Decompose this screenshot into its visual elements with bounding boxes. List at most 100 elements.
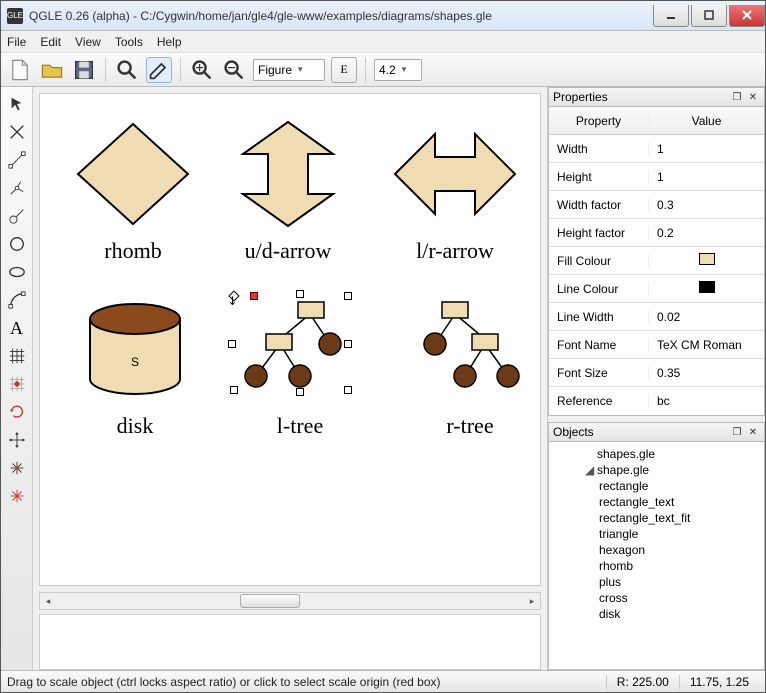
property-value[interactable]: bc: [649, 394, 764, 408]
fill-color-swatch[interactable]: [699, 253, 715, 265]
property-value[interactable]: 1: [649, 170, 764, 184]
rhomb-icon: [68, 119, 198, 229]
property-row[interactable]: Referencebc: [549, 387, 764, 415]
undock-icon[interactable]: ❐: [730, 425, 744, 439]
property-row[interactable]: Font Size0.35: [549, 359, 764, 387]
property-row[interactable]: Height factor0.2: [549, 219, 764, 247]
tree-node-root[interactable]: shapes.gle: [549, 446, 764, 462]
column-header-property[interactable]: Property: [549, 114, 649, 128]
resize-handle-sw[interactable]: [230, 386, 238, 394]
zoom-out-button[interactable]: [221, 57, 247, 83]
resize-handle-w[interactable]: [228, 340, 236, 348]
close-icon[interactable]: ✕: [746, 90, 760, 104]
ellipse-tool[interactable]: [4, 259, 30, 285]
resize-handle-e[interactable]: [344, 340, 352, 348]
shape-l-tree[interactable]: l-tree ↘: [230, 294, 370, 439]
property-value[interactable]: [649, 253, 764, 268]
console-pane[interactable]: [39, 614, 541, 670]
grid-snap-tool[interactable]: [4, 343, 30, 369]
text-tool[interactable]: A: [4, 315, 30, 341]
open-file-button[interactable]: [39, 57, 65, 83]
scroll-right-button[interactable]: ▸: [524, 593, 540, 609]
zoom-select[interactable]: 4.2: [374, 59, 422, 81]
menu-file[interactable]: File: [7, 35, 26, 49]
shape-label: l/r-arrow: [390, 238, 520, 264]
new-file-button[interactable]: [7, 57, 33, 83]
shape-disk: S disk: [70, 294, 200, 439]
scroll-left-button[interactable]: ◂: [40, 593, 56, 609]
horizontal-scrollbar[interactable]: ◂ ▸: [39, 592, 541, 610]
status-message: Drag to scale object (ctrl locks aspect …: [7, 675, 606, 689]
scale-origin-handle[interactable]: [250, 292, 258, 300]
column-header-value[interactable]: Value: [649, 114, 764, 128]
property-value[interactable]: 0.3: [649, 198, 764, 212]
property-value[interactable]: 1: [649, 142, 764, 156]
ud-arrow-icon: [228, 119, 348, 229]
tree-node[interactable]: rhomb: [549, 558, 764, 574]
property-value[interactable]: 0.35: [649, 366, 764, 380]
resize-handle-nw[interactable]: ↘: [228, 290, 239, 301]
figure-select[interactable]: Figure: [253, 59, 325, 81]
move-tool[interactable]: [4, 427, 30, 453]
edit-button[interactable]: [146, 57, 172, 83]
line-color-swatch[interactable]: [699, 281, 715, 293]
arc-tool[interactable]: [4, 287, 30, 313]
maximize-button[interactable]: [691, 5, 727, 27]
zoom-in-button[interactable]: [189, 57, 215, 83]
canvas[interactable]: rhomb u/d-arrow l/r-arrow: [39, 93, 541, 586]
property-key: Font Size: [549, 366, 649, 380]
resize-handle-ne[interactable]: [344, 292, 352, 300]
tree-node[interactable]: rectangle_text_fit: [549, 510, 764, 526]
property-value[interactable]: 0.2: [649, 226, 764, 240]
tree-node[interactable]: disk: [549, 606, 764, 622]
menu-tools[interactable]: Tools: [115, 35, 143, 49]
tree-node[interactable]: cross: [549, 590, 764, 606]
property-value[interactable]: [649, 281, 764, 296]
objects-tree[interactable]: shapes.gle ◢shape.gle rectanglerectangle…: [548, 442, 765, 670]
delete-tool[interactable]: [4, 119, 30, 145]
scroll-thumb[interactable]: [240, 594, 300, 608]
menu-view[interactable]: View: [75, 35, 101, 49]
tree-node[interactable]: rectangle: [549, 478, 764, 494]
minimize-button[interactable]: [653, 5, 689, 27]
perp-line-tool[interactable]: [4, 203, 30, 229]
snap-star2-tool[interactable]: [4, 483, 30, 509]
properties-panel-header[interactable]: Properties ❐ ✕: [548, 87, 765, 107]
property-row[interactable]: Height1: [549, 163, 764, 191]
save-button[interactable]: [71, 57, 97, 83]
e-toggle-button[interactable]: E: [331, 57, 357, 83]
property-row[interactable]: Width1: [549, 135, 764, 163]
tree-node[interactable]: rectangle_text: [549, 494, 764, 510]
property-row[interactable]: Width factor0.3: [549, 191, 764, 219]
menu-help[interactable]: Help: [157, 35, 182, 49]
status-r: R: 225.00: [606, 675, 679, 689]
property-value[interactable]: TeX CM Roman: [649, 338, 764, 352]
property-row[interactable]: Fill Colour: [549, 247, 764, 275]
pointer-tool[interactable]: [4, 91, 30, 117]
property-row[interactable]: Font NameTeX CM Roman: [549, 331, 764, 359]
line-tool[interactable]: [4, 147, 30, 173]
resize-handle-s[interactable]: [296, 388, 304, 396]
close-icon[interactable]: ✕: [746, 425, 760, 439]
snap-star-tool[interactable]: [4, 455, 30, 481]
zoom-fit-button[interactable]: [114, 57, 140, 83]
circle-tool[interactable]: [4, 231, 30, 257]
objects-panel-header[interactable]: Objects ❐ ✕: [548, 422, 765, 442]
tangent-tool[interactable]: [4, 175, 30, 201]
tree-node[interactable]: triangle: [549, 526, 764, 542]
property-key: Height factor: [549, 226, 649, 240]
rotate-tool[interactable]: [4, 399, 30, 425]
property-value[interactable]: 0.02: [649, 310, 764, 324]
resize-handle-n[interactable]: [296, 290, 304, 298]
property-row[interactable]: Line Colour: [549, 275, 764, 303]
shape-ud-arrow: u/d-arrow: [228, 119, 348, 264]
tree-node-group[interactable]: ◢shape.gle: [549, 462, 764, 478]
property-row[interactable]: Line Width0.02: [549, 303, 764, 331]
menu-edit[interactable]: Edit: [40, 35, 61, 49]
close-button[interactable]: [729, 5, 765, 27]
tree-node[interactable]: hexagon: [549, 542, 764, 558]
resize-handle-se[interactable]: [344, 386, 352, 394]
grid-origin-tool[interactable]: [4, 371, 30, 397]
tree-node[interactable]: plus: [549, 574, 764, 590]
undock-icon[interactable]: ❐: [730, 90, 744, 104]
